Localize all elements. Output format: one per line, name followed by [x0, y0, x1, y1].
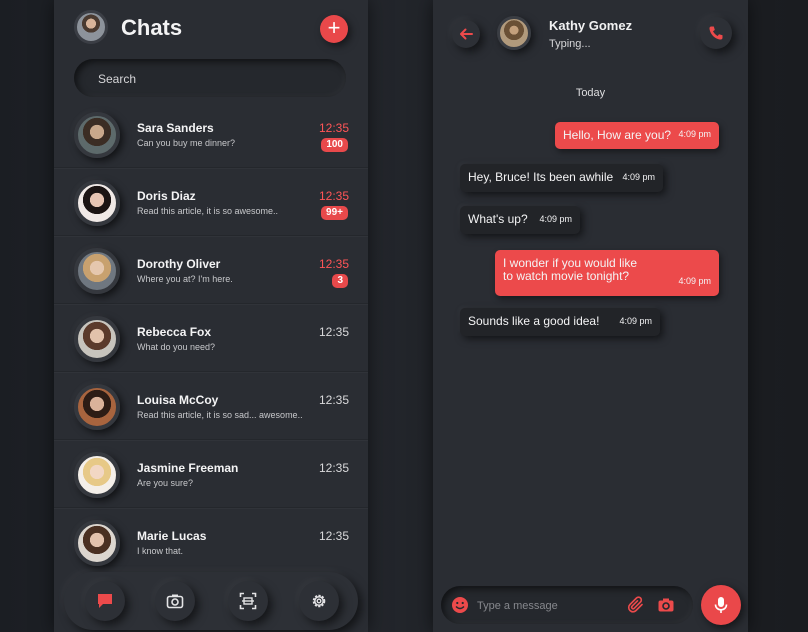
avatar [74, 384, 120, 430]
conversation-screen: Kathy Gomez Typing... Today Hello, How a… [433, 0, 748, 632]
camera-icon[interactable] [657, 596, 675, 614]
contact-name: Sara Sanders [137, 121, 214, 135]
message-time: 12:35 [318, 189, 349, 203]
attachment-icon[interactable] [627, 596, 645, 614]
chat-list-item[interactable]: Louisa McCoy Read this article, it is so… [54, 372, 368, 440]
chat-list-item[interactable]: Sara Sanders Can you buy me dinner? 12:3… [54, 100, 368, 168]
scan-icon [239, 592, 257, 610]
chat-list-item[interactable]: Dorothy Oliver Where you at? I'm here. 1… [54, 236, 368, 304]
message-time: 4:09 pm [678, 129, 711, 139]
message-preview: I know that. [137, 546, 184, 556]
avatar [74, 112, 120, 158]
unread-badge: 3 [332, 274, 348, 288]
avatar [74, 248, 120, 294]
message-text: Sounds like a good idea! [468, 314, 600, 328]
profile-avatar[interactable] [74, 10, 108, 44]
chat-list-item[interactable]: Jasmine Freeman Are you sure? 12:35 [54, 440, 368, 508]
message-preview: Are you sure? [137, 478, 194, 488]
search-input[interactable]: Search [74, 59, 346, 97]
back-button[interactable] [452, 20, 480, 48]
message-text: Hey, Bruce! Its been awhile [468, 170, 614, 184]
message-time: 12:35 [318, 121, 349, 135]
nav-chats-button[interactable] [85, 581, 125, 621]
contact-name: Doris Diaz [137, 189, 196, 203]
outgoing-message: Hello, How are you? 4:09 pm [555, 122, 719, 149]
message-input[interactable]: Type a message [477, 600, 558, 612]
message-preview: Can you buy me dinner? [137, 138, 236, 148]
unread-badge: 99+ [321, 206, 348, 220]
contact-name: Jasmine Freeman [137, 461, 239, 475]
message-time: 12:35 [318, 529, 349, 543]
nav-settings-button[interactable] [299, 581, 339, 621]
nav-camera-button[interactable] [155, 581, 195, 621]
page-title: Chats [121, 15, 183, 40]
typing-status: Typing... [549, 38, 591, 50]
chat-list-item[interactable]: Marie Lucas I know that. 12:35 [54, 508, 368, 576]
contact-avatar[interactable] [497, 16, 531, 50]
message-composer: Type a message [441, 586, 693, 624]
chat-list: Sara Sanders Can you buy me dinner? 12:3… [54, 100, 368, 576]
incoming-message: Sounds like a good idea! 4:09 pm [460, 308, 660, 336]
contact-name: Dorothy Oliver [137, 257, 221, 271]
unread-badge: 100 [321, 138, 348, 152]
contact-name: Kathy Gomez [549, 18, 633, 33]
avatar [74, 180, 120, 226]
phone-icon [709, 26, 723, 40]
chat-list-item[interactable]: Doris Diaz Read this article, it is so a… [54, 168, 368, 236]
contact-name: Rebecca Fox [137, 325, 212, 339]
search-placeholder: Search [98, 72, 137, 86]
incoming-message: What's up? 4:09 pm [460, 206, 580, 234]
chat-bubble-icon [98, 594, 112, 608]
message-time: 12:35 [318, 325, 349, 339]
message-time: 4:09 pm [622, 172, 655, 182]
microphone-icon [714, 597, 728, 613]
chat-list-item[interactable]: Rebecca Fox What do you need? 12:35 [54, 304, 368, 372]
chats-header: Chats + [54, 0, 368, 58]
message-preview: Read this article, it is so sad... aweso… [137, 410, 303, 420]
contact-name: Louisa McCoy [137, 393, 219, 407]
message-text: What's up? [468, 212, 528, 226]
new-chat-button[interactable]: + [320, 15, 348, 43]
outgoing-message: I wonder if you would like to watch movi… [495, 250, 719, 296]
avatar [74, 520, 120, 566]
message-text: Hello, How are you? [563, 128, 672, 142]
emoji-icon[interactable] [451, 596, 469, 614]
settings-gear-icon [312, 594, 326, 608]
plus-icon: + [327, 15, 341, 40]
message-text: I wonder if you would like to watch movi… [503, 256, 638, 283]
nav-scan-button[interactable] [228, 581, 268, 621]
message-preview: Where you at? I'm here. [137, 274, 233, 284]
bottom-nav [64, 572, 358, 630]
voice-record-button[interactable] [701, 585, 741, 625]
camera-icon [166, 594, 184, 609]
avatar [74, 316, 120, 362]
message-time: 4:09 pm [678, 276, 711, 286]
arrow-left-icon [460, 28, 473, 40]
chats-screen: Chats + Search Sara Sanders Can you buy … [54, 0, 368, 632]
message-time: 4:09 pm [539, 214, 572, 224]
avatar [74, 452, 120, 498]
call-button[interactable] [700, 17, 732, 49]
incoming-message: Hey, Bruce! Its been awhile 4:09 pm [460, 164, 663, 192]
date-separator: Today [575, 87, 606, 99]
message-preview: Read this article, it is so awesome.. [137, 206, 279, 216]
message-time: 12:35 [318, 393, 349, 407]
message-time: 12:35 [318, 257, 349, 271]
contact-name: Marie Lucas [137, 529, 207, 543]
message-time: 12:35 [318, 461, 349, 475]
message-time: 4:09 pm [619, 316, 652, 326]
message-preview: What do you need? [137, 342, 216, 352]
